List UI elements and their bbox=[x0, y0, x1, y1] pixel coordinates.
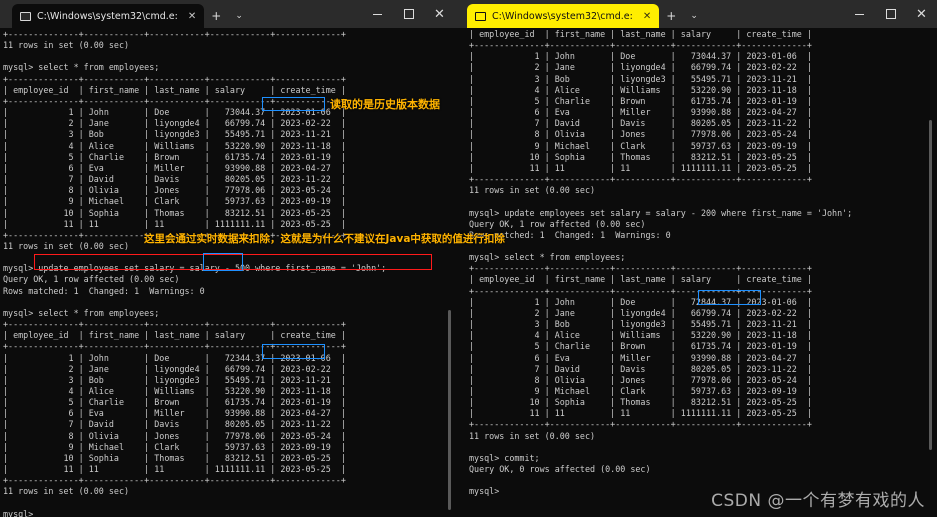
titlebar-left: C:\Windows\system32\cmd.e: ✕ + ⌄ ✕ bbox=[0, 0, 455, 28]
tab-title-left: C:\Windows\system32\cmd.e: bbox=[37, 10, 178, 22]
close-button-right[interactable]: ✕ bbox=[906, 0, 937, 28]
tab-close-icon-left[interactable]: ✕ bbox=[188, 11, 196, 22]
maximize-button-right[interactable] bbox=[875, 0, 906, 28]
scrollbar-right[interactable] bbox=[929, 120, 932, 450]
annotation-realtime-deduction: 这里会通过实时数据来扣除，这就是为什么不建议在Java中获取的值进行扣除 bbox=[144, 233, 505, 245]
annotation-history-version: 读取的是历史版本数据 bbox=[330, 98, 440, 111]
minimize-button-right[interactable] bbox=[844, 0, 875, 28]
watermark: CSDN @一个有梦有戏的人 bbox=[711, 491, 925, 511]
terminal-window-left: C:\Windows\system32\cmd.e: ✕ + ⌄ ✕ +----… bbox=[0, 0, 455, 517]
console-icon bbox=[20, 11, 31, 21]
chevron-down-icon-left[interactable]: ⌄ bbox=[228, 4, 250, 28]
tab-cmd-right[interactable]: C:\Windows\system32\cmd.e: ✕ bbox=[467, 4, 660, 28]
screenshot-root: C:\Windows\system32\cmd.e: ✕ + ⌄ ✕ +----… bbox=[0, 0, 937, 517]
close-button-left[interactable]: ✕ bbox=[424, 0, 455, 28]
new-tab-button-right[interactable]: + bbox=[659, 4, 683, 28]
maximize-button-left[interactable] bbox=[393, 0, 424, 28]
tab-close-icon-right[interactable]: ✕ bbox=[643, 11, 651, 22]
terminal-window-right: C:\Windows\system32\cmd.e: ✕ + ⌄ ✕ | emp… bbox=[455, 0, 937, 517]
new-tab-button-left[interactable]: + bbox=[204, 4, 228, 28]
window-controls-right: ✕ bbox=[844, 0, 937, 28]
titlebar-right: C:\Windows\system32\cmd.e: ✕ + ⌄ ✕ bbox=[455, 0, 937, 28]
scrollbar-left[interactable] bbox=[448, 310, 451, 510]
console-icon bbox=[475, 11, 486, 21]
chevron-down-icon-right[interactable]: ⌄ bbox=[683, 4, 705, 28]
console-output-right[interactable]: | employee_id | first_name | last_name |… bbox=[455, 28, 937, 517]
tab-cmd-left[interactable]: C:\Windows\system32\cmd.e: ✕ bbox=[12, 4, 205, 28]
minimize-button-left[interactable] bbox=[362, 0, 393, 28]
window-controls-left: ✕ bbox=[362, 0, 455, 28]
tab-title-right: C:\Windows\system32\cmd.e: bbox=[492, 10, 633, 22]
